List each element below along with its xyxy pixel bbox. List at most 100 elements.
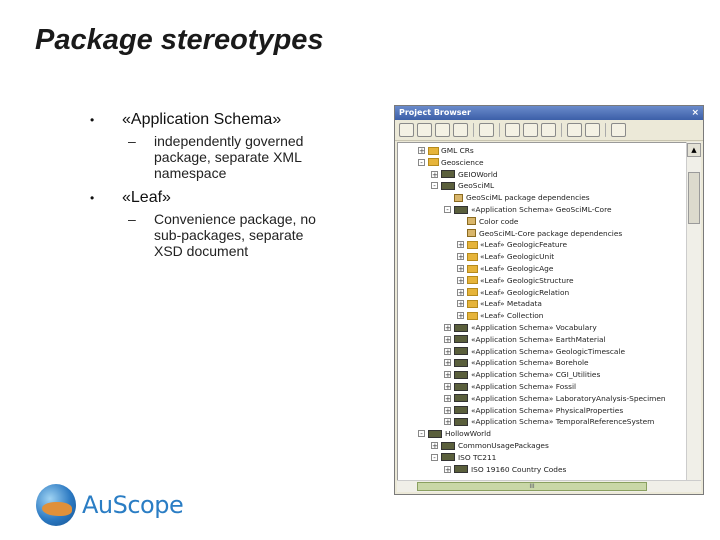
- expand-icon[interactable]: +: [457, 265, 464, 273]
- package-icon: [441, 441, 455, 450]
- project-browser-toolbar: [395, 120, 703, 141]
- tree-item[interactable]: + «Leaf» GeologicRelation: [457, 287, 569, 298]
- project-tree[interactable]: + GML CRs - Geoscience + GEIOWorld - GeoSciML Ge…: [397, 142, 687, 484]
- tree-item-label: «Application Schema» LaboratoryAnalysis-…: [471, 393, 666, 403]
- generate-icon[interactable]: [523, 123, 538, 137]
- new-element-icon[interactable]: [453, 123, 468, 137]
- tree-item[interactable]: - HollowWorld: [418, 428, 491, 439]
- tree-item[interactable]: + «Application Schema» TemporalReferenceS…: [444, 416, 654, 427]
- collapse-icon[interactable]: -: [418, 158, 425, 166]
- folder-icon: [467, 299, 478, 308]
- tree-item-label: CommonUsagePackages: [458, 441, 549, 450]
- toolbar-separator: [605, 123, 606, 137]
- find-icon[interactable]: [479, 123, 494, 137]
- tree-item[interactable]: - «Application Schema» GeoSciML-Core: [444, 204, 612, 215]
- new-folder-icon[interactable]: [417, 123, 432, 137]
- bullet-leaf: • «Leaf»: [90, 189, 390, 207]
- vertical-scrollbar[interactable]: ▲: [686, 142, 701, 482]
- properties-icon[interactable]: [505, 123, 520, 137]
- expand-icon[interactable]: +: [457, 276, 464, 284]
- tree-item[interactable]: - Geoscience: [418, 157, 484, 168]
- folder-icon: [467, 252, 478, 261]
- sub-bullet-text: Convenience package, no sub-packages, se…: [154, 211, 316, 259]
- tree-item[interactable]: + «Leaf» Metadata: [457, 298, 542, 309]
- tree-item-label: «Application Schema» GeologicTimescale: [471, 346, 626, 356]
- tree-item[interactable]: + «Application Schema» LaboratoryAnalysis…: [444, 393, 666, 404]
- tree-item-label: «Leaf» GeologicAge: [480, 264, 554, 273]
- bullet-application-schema: • «Application Schema»: [90, 111, 390, 129]
- tree-item[interactable]: + «Leaf» GeologicUnit: [457, 251, 554, 262]
- expand-icon[interactable]: +: [418, 147, 425, 155]
- expand-icon[interactable]: +: [431, 170, 438, 178]
- move-up-icon[interactable]: [567, 123, 582, 137]
- tree-item[interactable]: + «Application Schema» Fossil: [444, 381, 576, 392]
- sub-bullet-leaf: – Convenience package, no sub-packages, …: [128, 211, 390, 259]
- tree-item[interactable]: - ISO TC211: [431, 452, 496, 463]
- collapse-icon[interactable]: -: [431, 453, 438, 461]
- expand-icon[interactable]: +: [444, 335, 451, 343]
- toolbar-separator: [473, 123, 474, 137]
- tree-item-label: «Leaf» GeologicUnit: [480, 252, 555, 262]
- expand-icon[interactable]: +: [444, 324, 451, 332]
- tree-item[interactable]: + «Leaf» GeologicFeature: [457, 239, 567, 250]
- tree-item[interactable]: - GeoSciML: [431, 180, 494, 191]
- expand-icon[interactable]: +: [444, 418, 451, 426]
- move-down-icon[interactable]: [585, 123, 600, 137]
- new-package-icon[interactable]: [399, 123, 414, 137]
- tree-item[interactable]: Color code: [457, 216, 518, 227]
- tree-item[interactable]: + CommonUsagePackages: [431, 440, 549, 451]
- tree-item[interactable]: + «Application Schema» Vocabulary: [444, 322, 597, 333]
- tree-item[interactable]: + «Leaf» GeologicAge: [457, 263, 553, 274]
- collapse-icon[interactable]: -: [444, 206, 451, 214]
- tree-item-label: GEIOWorld: [458, 169, 498, 179]
- dropdown-icon[interactable]: [541, 123, 556, 137]
- tree-item[interactable]: + «Leaf» Collection: [457, 310, 543, 321]
- tree-item[interactable]: + «Application Schema» EarthMaterial: [444, 334, 606, 345]
- tree-item[interactable]: GeoSciML package dependencies: [444, 192, 590, 203]
- collapse-icon[interactable]: -: [418, 430, 425, 438]
- tree-item[interactable]: + GEIOWorld: [431, 169, 498, 180]
- project-browser-title: Project Browser: [399, 108, 471, 117]
- diagram-icon: [454, 193, 463, 202]
- tree-item[interactable]: + «Leaf» GeologicStructure: [457, 275, 574, 286]
- tree-item-label: «Application Schema» Fossil: [471, 382, 577, 391]
- tree-item-label: «Leaf» Metadata: [480, 299, 542, 309]
- expand-icon[interactable]: +: [444, 406, 451, 414]
- globe-icon: [36, 484, 76, 526]
- expand-icon[interactable]: +: [444, 465, 451, 473]
- expand-icon[interactable]: +: [457, 288, 464, 296]
- expand-icon[interactable]: +: [457, 253, 464, 261]
- tree-item[interactable]: GeoSciML-Core package dependencies: [457, 228, 622, 239]
- package-icon: [454, 323, 468, 332]
- sub-bullet-marker: –: [128, 133, 136, 149]
- expand-icon[interactable]: +: [431, 442, 438, 450]
- expand-icon[interactable]: +: [457, 241, 464, 249]
- tree-item[interactable]: + «Application Schema» GeologicTimescale: [444, 346, 625, 357]
- toolbar-separator: [561, 123, 562, 137]
- new-diagram-icon[interactable]: [435, 123, 450, 137]
- tree-item[interactable]: + GML CRs: [418, 145, 474, 156]
- expand-icon[interactable]: +: [444, 383, 451, 391]
- expand-icon[interactable]: +: [457, 312, 464, 320]
- collapse-icon[interactable]: -: [431, 182, 438, 190]
- help-icon[interactable]: [611, 123, 626, 137]
- expand-icon[interactable]: +: [444, 371, 451, 379]
- package-icon: [454, 358, 468, 367]
- scroll-up-icon[interactable]: ▲: [687, 143, 701, 157]
- tree-item-label: GeoSciML-Core package dependencies: [479, 228, 623, 238]
- expand-icon[interactable]: +: [444, 359, 451, 367]
- close-icon[interactable]: ×: [691, 106, 699, 120]
- expand-icon[interactable]: +: [444, 347, 451, 355]
- scroll-thumb[interactable]: [688, 172, 700, 224]
- tree-item[interactable]: + «Application Schema» CGI_Utilities: [444, 369, 600, 380]
- expand-icon[interactable]: +: [444, 394, 451, 402]
- sub-bullet-text: independently governed package, separate…: [154, 133, 304, 181]
- horizontal-scrollbar[interactable]: III: [397, 480, 701, 492]
- tree-item[interactable]: + «Application Schema» Borehole: [444, 357, 589, 368]
- expand-icon[interactable]: +: [457, 300, 464, 308]
- tree-item[interactable]: + «Application Schema» PhysicalProperties: [444, 405, 623, 416]
- horizontal-scroll-thumb[interactable]: III: [417, 482, 647, 491]
- tree-item-label: «Leaf» Collection: [480, 311, 544, 321]
- bullet-marker: •: [90, 191, 95, 205]
- tree-item[interactable]: + ISO 19160 Country Codes: [444, 464, 566, 475]
